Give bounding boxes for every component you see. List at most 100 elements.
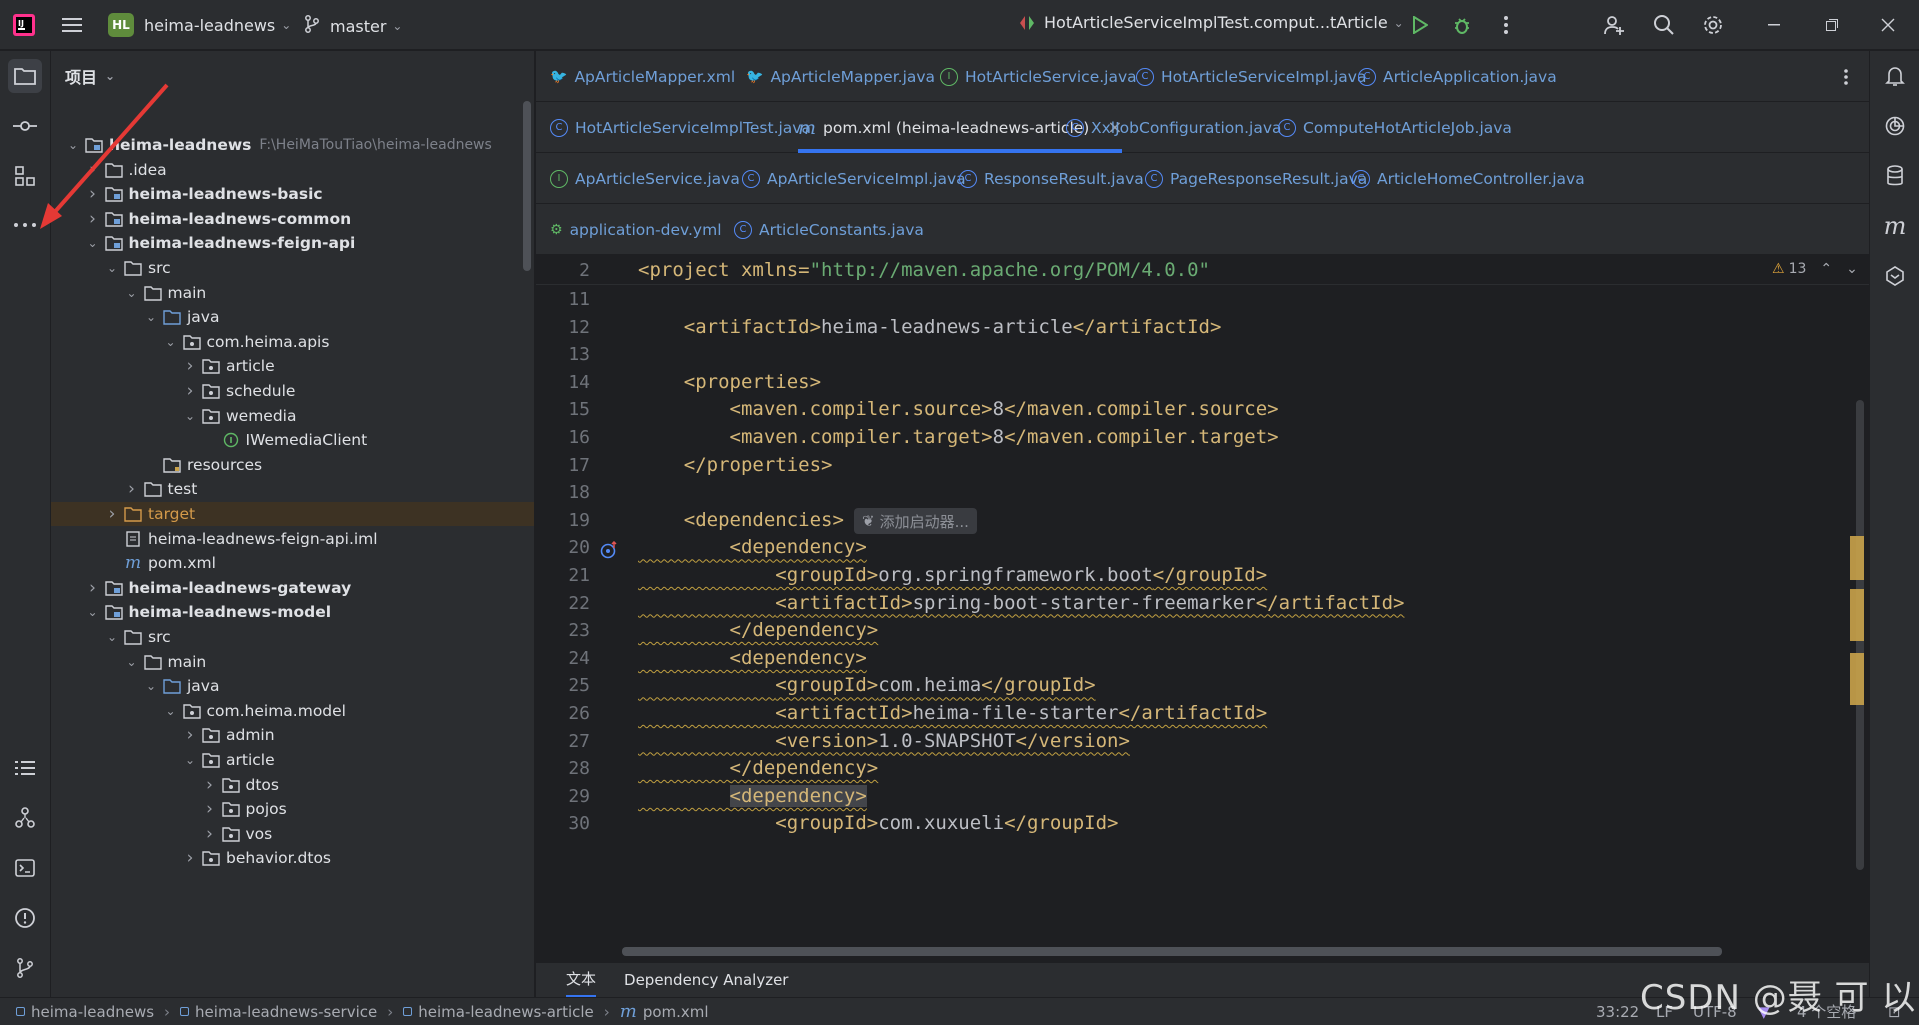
chevron-right-icon[interactable]: › [104,504,120,524]
problems-tool-icon[interactable] [8,901,42,935]
editor-tab[interactable]: C ComputeHotArticleJob.java [1278,102,1512,153]
chevron-right-icon[interactable]: › [85,184,101,204]
editor-tab[interactable]: C XxlJobConfiguration.java [1066,102,1282,153]
tree-node[interactable]: ⌄ main [51,281,534,305]
chevron-down-icon[interactable]: ⌄ [163,335,179,349]
tree-node[interactable]: ⌄ com.heima.model [51,699,534,723]
tree-node[interactable]: ⌄ com.heima.apis [51,330,534,354]
editor-tab[interactable]: I ApArticleService.java [550,153,740,204]
main-menu-icon[interactable] [60,13,84,37]
tree-node[interactable]: › test [51,477,534,501]
breadcrumb-item[interactable]: heima-leadnews-article › [403,1003,610,1021]
override-gutter-icon[interactable] [600,540,618,559]
project-panel-header[interactable]: 项目 ⌄ [51,51,534,101]
chevron-down-icon[interactable]: ⌄ [124,655,140,669]
branch-switcher[interactable]: master ⌄ [304,15,402,37]
chevron-down-icon[interactable]: ⌄ [65,138,81,152]
minimize-icon[interactable] [1762,13,1786,37]
chevron-right-icon[interactable]: › [202,775,218,795]
database-icon[interactable] [1878,159,1912,193]
editor-tab[interactable]: C HotArticleServiceImpl.java [1136,51,1366,102]
tree-node[interactable]: ⌄ java [51,305,534,329]
commit-tool-icon[interactable] [8,109,42,143]
chevron-right-icon[interactable]: › [124,479,140,499]
editor-tab[interactable]: C ResponseResult.java [959,153,1144,204]
editor-tab[interactable]: C ArticleHomeController.java [1352,153,1585,204]
tree-node[interactable]: › .idea [51,158,534,182]
chevron-right-icon[interactable]: › [182,725,198,745]
caret-position[interactable]: 33:22 [1596,1003,1639,1021]
editor-tab[interactable]: C PageResponseResult.java [1145,153,1367,204]
chevron-down-icon[interactable]: ⌄ [163,704,179,718]
editor-tab[interactable]: I HotArticleService.java [940,51,1137,102]
settings-gear-icon[interactable] [1701,13,1725,37]
editor-tab[interactable]: C ArticleApplication.java [1358,51,1557,102]
breadcrumb-item[interactable]: heima-leadnews-service › [180,1003,393,1021]
tree-node[interactable]: ⌄ src [51,256,534,280]
chevron-right-icon[interactable]: › [202,799,218,819]
chevron-right-icon[interactable]: › [85,209,101,229]
tree-node[interactable]: › heima-leadnews-common [51,207,534,231]
chevron-right-icon[interactable]: › [182,356,198,376]
tree-node[interactable]: › heima-leadnews-basic [51,182,534,206]
inlay-hint[interactable]: ❦ 添加启动器... [854,508,977,534]
chevron-down-icon[interactable]: ⌄ [104,261,120,275]
horizontal-scrollbar[interactable] [622,947,1722,956]
ai-assistant-icon[interactable] [1878,109,1912,143]
more-tools-icon[interactable] [8,208,42,242]
add-user-icon[interactable] [1602,13,1626,37]
debug-icon[interactable] [1450,13,1474,37]
chevron-right-icon[interactable]: › [182,381,198,401]
chevron-right-icon[interactable]: › [85,578,101,598]
close-icon[interactable] [1876,13,1900,37]
tree-node[interactable]: › heima-leadnews-gateway [51,576,534,600]
tree-node[interactable]: resources [51,453,534,477]
chevron-down-icon[interactable]: ⌄ [182,409,198,423]
tree-node[interactable]: ⌄ heima-leadnews F:\HeiMaTouTiao\heima-lea… [51,133,534,157]
maven-tool-icon[interactable]: m [1878,209,1912,243]
app-logo-icon[interactable]: IJ [12,13,36,37]
tree-node[interactable]: m pom.xml [51,551,534,575]
tree-node[interactable]: › pojos [51,797,534,821]
tree-node[interactable]: ⌄ heima-leadnews-model [51,600,534,624]
code-editor[interactable]: 2 <project xmlns="http://maven.apache.or… [536,255,1869,962]
tree-node[interactable]: ⌄ main [51,650,534,674]
tab-dependency-analyzer[interactable]: Dependency Analyzer [624,971,788,989]
tree-node[interactable]: › target [51,502,534,526]
chevron-down-icon[interactable]: ⌄ [124,286,140,300]
services-tool-icon[interactable] [8,801,42,835]
project-switcher[interactable]: HL heima-leadnews ⌄ [108,13,291,37]
tree-node[interactable]: ⌄ src [51,625,534,649]
chevron-down-icon[interactable]: ⌄ [182,753,198,767]
chevron-right-icon[interactable]: › [202,824,218,844]
breadcrumb-item[interactable]: m pom.xml [620,1001,709,1022]
tree-node[interactable]: › behavior.dtos [51,846,534,870]
tree-node[interactable]: › dtos [51,773,534,797]
chevron-down-icon[interactable]: ⌄ [143,310,159,324]
structure-tool-icon[interactable] [8,159,42,193]
chevron-down-icon[interactable]: ⌄ [143,679,159,693]
terminal-tool-icon[interactable] [8,851,42,885]
tree-node[interactable]: heima-leadnews-feign-api.iml [51,527,534,551]
run-config-selector[interactable]: HotArticleServiceImplTest.comput...tArti… [1018,13,1404,32]
warning-indicator[interactable]: ⚠ 13 ⌃ ⌄ [1772,261,1858,277]
editor-tab[interactable]: C ArticleConstants.java [734,204,924,255]
tree-scrollbar[interactable] [523,101,531,271]
tree-node[interactable]: ⌄ article [51,748,534,772]
project-tool-icon[interactable] [8,59,42,93]
editor-tab[interactable]: 🐦 ApArticleMapper.java [746,51,935,102]
chevron-down-icon[interactable]: ⌄ [85,605,101,619]
restore-icon[interactable] [1820,13,1844,37]
tab-text[interactable]: 文本 [566,962,597,998]
tree-node[interactable]: › admin [51,723,534,747]
chevron-right-icon[interactable]: › [85,160,101,180]
chevron-up-icon[interactable]: ⌃ [1820,261,1832,277]
search-icon[interactable] [1652,13,1676,37]
more-actions-icon[interactable] [1494,13,1518,37]
tree-node[interactable]: ⌄ java [51,674,534,698]
tabs-more-icon[interactable] [1836,67,1856,87]
editor-tab[interactable]: 🐦 ApArticleMapper.xml [550,51,735,102]
chevron-down-icon[interactable]: ⌄ [1846,261,1858,277]
editor-tab[interactable]: ⚙ application-dev.yml [550,204,722,255]
plugin-tool-icon[interactable] [1878,259,1912,293]
